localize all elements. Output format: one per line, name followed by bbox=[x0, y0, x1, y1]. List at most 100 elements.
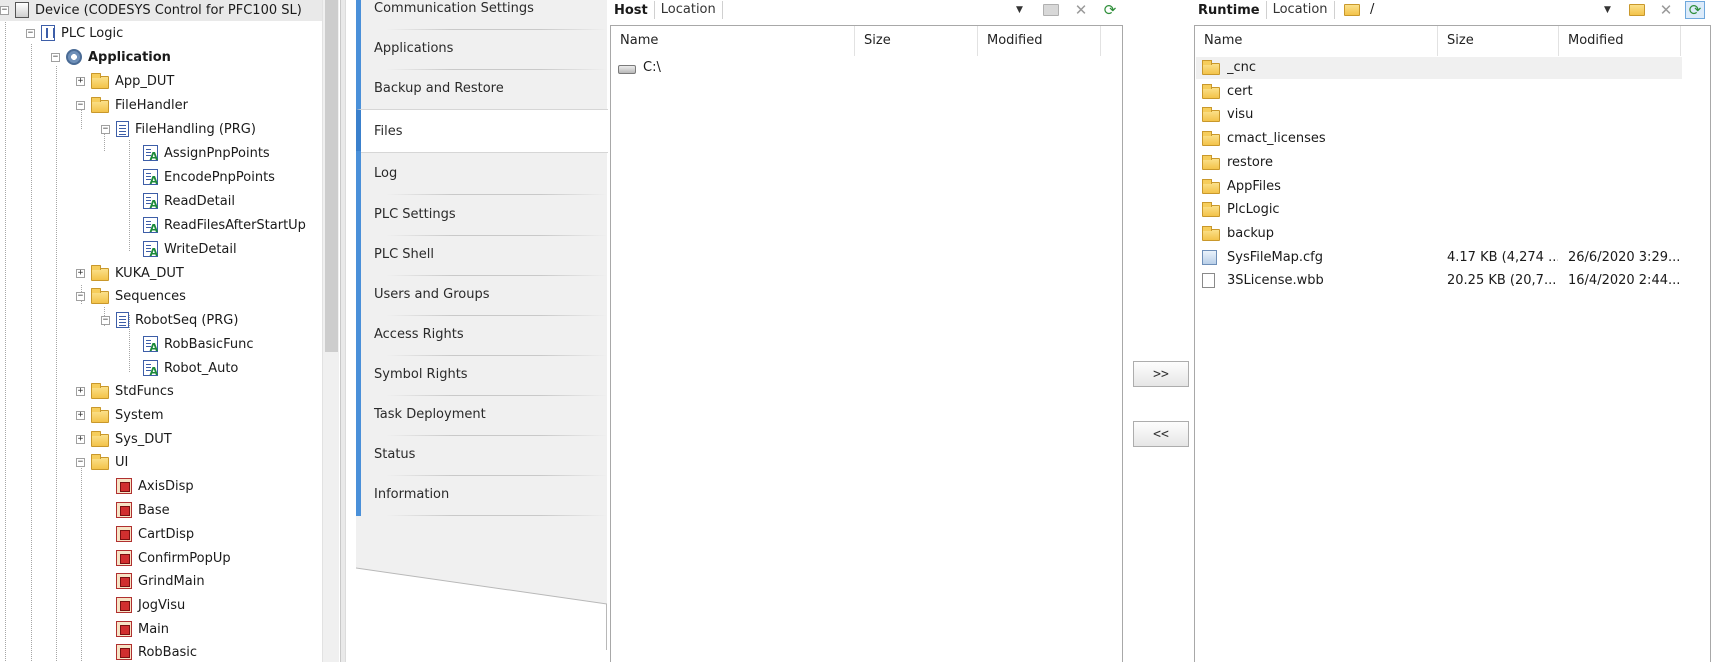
collapse-icon[interactable]: − bbox=[101, 315, 110, 325]
collapse-icon[interactable]: − bbox=[101, 124, 110, 134]
file-row[interactable]: visu bbox=[1196, 104, 1682, 126]
category-tab[interactable]: Applications bbox=[356, 26, 607, 70]
category-tab[interactable]: Symbol Rights bbox=[356, 352, 607, 396]
collapse-icon[interactable]: − bbox=[0, 5, 9, 15]
file-row[interactable]: cert bbox=[1196, 81, 1682, 103]
tree-node[interactable]: Main bbox=[101, 618, 169, 640]
runtime-refresh-button[interactable]: ⟳ bbox=[1685, 1, 1705, 19]
tree-node[interactable]: − UI bbox=[76, 451, 128, 473]
expand-icon[interactable]: + bbox=[76, 76, 85, 86]
tree-node[interactable]: ReadDetail bbox=[128, 190, 235, 212]
runtime-col-modified[interactable]: Modified bbox=[1559, 26, 1681, 56]
file-size: 20.25 KB (20,7... bbox=[1447, 273, 1557, 289]
host-title: Host bbox=[614, 2, 648, 18]
host-col-name[interactable]: Name bbox=[611, 26, 855, 56]
runtime-col-name[interactable]: Name bbox=[1195, 26, 1438, 56]
tree-node[interactable]: − Sequences bbox=[76, 285, 186, 307]
host-col-modified[interactable]: Modified bbox=[978, 26, 1101, 56]
tree-node[interactable]: RobBasicFunc bbox=[128, 333, 253, 355]
tree-node[interactable]: + App_DUT bbox=[76, 70, 174, 92]
tree-node[interactable]: AssignPnpPoints bbox=[128, 142, 270, 164]
file-row[interactable]: _cnc bbox=[1196, 57, 1682, 79]
runtime-delete-button[interactable]: ✕ bbox=[1656, 1, 1676, 19]
tree-node[interactable]: EncodePnpPoints bbox=[128, 166, 275, 188]
collapse-icon[interactable]: − bbox=[76, 457, 85, 467]
category-tab[interactable]: Backup and Restore bbox=[356, 66, 607, 110]
file-row[interactable]: restore bbox=[1196, 152, 1682, 174]
host-col-size[interactable]: Size bbox=[855, 26, 978, 56]
category-tab[interactable]: PLC Settings bbox=[356, 192, 607, 236]
file-row[interactable]: AppFiles bbox=[1196, 176, 1682, 198]
copy-to-host-button[interactable]: << bbox=[1133, 421, 1189, 447]
tree-node[interactable]: Base bbox=[101, 499, 170, 521]
category-tab[interactable]: Access Rights bbox=[356, 312, 607, 356]
tree-node[interactable]: JogVisu bbox=[101, 594, 185, 616]
tree-node[interactable]: ReadFilesAfterStartUp bbox=[128, 214, 306, 236]
file-row[interactable]: backup bbox=[1196, 223, 1682, 245]
tree-node[interactable]: − RobotSeq (PRG) bbox=[101, 309, 238, 331]
category-tab[interactable]: Files bbox=[356, 109, 608, 153]
tree-node[interactable]: + StdFuncs bbox=[76, 380, 174, 402]
file-row[interactable]: cmact_licenses bbox=[1196, 128, 1682, 150]
visualization-icon bbox=[116, 502, 132, 518]
tree-node[interactable]: + System bbox=[76, 404, 163, 426]
copy-to-runtime-button[interactable]: >> bbox=[1133, 361, 1189, 387]
file-modified bbox=[1568, 176, 1686, 198]
chevron-down-icon[interactable]: ▼ bbox=[1016, 5, 1023, 15]
runtime-file-list[interactable]: Name Size Modified _cnccert visu cmact_lic… bbox=[1194, 25, 1711, 662]
collapse-icon[interactable]: − bbox=[76, 100, 85, 110]
category-tab[interactable]: Log bbox=[356, 151, 607, 195]
file-name: SysFileMap.cfg bbox=[1227, 249, 1324, 265]
host-delete-button[interactable]: ✕ bbox=[1071, 1, 1091, 19]
tree-node[interactable]: + Sys_DUT bbox=[76, 428, 172, 450]
expand-icon[interactable]: + bbox=[76, 410, 85, 420]
expand-icon[interactable]: + bbox=[76, 268, 85, 278]
tree-node[interactable]: − PLC Logic bbox=[26, 22, 123, 44]
program-icon bbox=[116, 312, 129, 328]
tree-node[interactable]: − FileHandling (PRG) bbox=[101, 118, 256, 140]
tree-node[interactable]: Robot_Auto bbox=[128, 357, 238, 379]
tree-scrollbar-thumb[interactable] bbox=[325, 0, 338, 352]
host-refresh-button[interactable]: ⟳ bbox=[1100, 1, 1120, 19]
folder-icon bbox=[1202, 178, 1220, 194]
file-name: _cnc bbox=[1227, 60, 1257, 75]
category-tab[interactable]: Users and Groups bbox=[356, 272, 607, 316]
tree-node[interactable]: ConfirmPopUp bbox=[101, 547, 231, 569]
category-tab[interactable]: Status bbox=[356, 432, 607, 476]
collapse-icon[interactable]: − bbox=[51, 52, 60, 62]
category-tab[interactable]: Task Deployment bbox=[356, 392, 607, 436]
host-file-list[interactable]: Name Size Modified C:\ bbox=[610, 25, 1123, 662]
tree-node[interactable]: WriteDetail bbox=[128, 238, 237, 260]
file-row[interactable]: C:\ bbox=[612, 57, 1102, 79]
expand-icon[interactable]: + bbox=[76, 386, 85, 396]
file-row[interactable]: PlcLogic bbox=[1196, 199, 1682, 221]
file-row[interactable]: SysFileMap.cfg 4.17 KB (4,274 ... 26/6/202… bbox=[1196, 247, 1682, 269]
chevron-down-icon[interactable]: ▼ bbox=[1604, 5, 1611, 15]
runtime-new-folder-button[interactable] bbox=[1627, 1, 1647, 19]
action-icon bbox=[143, 217, 158, 235]
close-icon: ✕ bbox=[1074, 1, 1088, 19]
pane-splitter[interactable] bbox=[340, 0, 346, 662]
tree-node[interactable]: CartDisp bbox=[101, 523, 194, 545]
host-new-folder-button[interactable] bbox=[1041, 1, 1061, 19]
project-tree[interactable]: − Device (CODESYS Control for PFC100 SL) −… bbox=[0, 0, 340, 662]
tree-node[interactable]: − FileHandler bbox=[76, 94, 188, 116]
runtime-location-combo[interactable]: / ▼ bbox=[1340, 0, 1616, 20]
expand-icon[interactable]: + bbox=[76, 434, 85, 444]
tree-node[interactable]: − Application bbox=[51, 46, 171, 68]
tree-node[interactable]: RobBasic bbox=[101, 641, 197, 662]
tree-node[interactable]: − Device (CODESYS Control for PFC100 SL) bbox=[0, 0, 322, 21]
tree-scrollbar[interactable] bbox=[322, 0, 339, 662]
folder-icon bbox=[91, 454, 109, 470]
tree-node[interactable]: AxisDisp bbox=[101, 475, 194, 497]
category-tab[interactable]: Information bbox=[356, 472, 607, 516]
tree-node[interactable]: GrindMain bbox=[101, 570, 205, 592]
collapse-icon[interactable]: − bbox=[26, 28, 35, 38]
host-location-combo[interactable]: ▼ bbox=[722, 0, 1026, 20]
collapse-icon[interactable]: − bbox=[76, 291, 85, 301]
file-row[interactable]: 3SLicense.wbb 20.25 KB (20,7... 16/4/2020 … bbox=[1196, 270, 1682, 292]
folder-icon bbox=[1202, 202, 1220, 218]
runtime-col-size[interactable]: Size bbox=[1438, 26, 1559, 56]
tree-node[interactable]: + KUKA_DUT bbox=[76, 262, 184, 284]
category-tab[interactable]: PLC Shell bbox=[356, 232, 607, 276]
